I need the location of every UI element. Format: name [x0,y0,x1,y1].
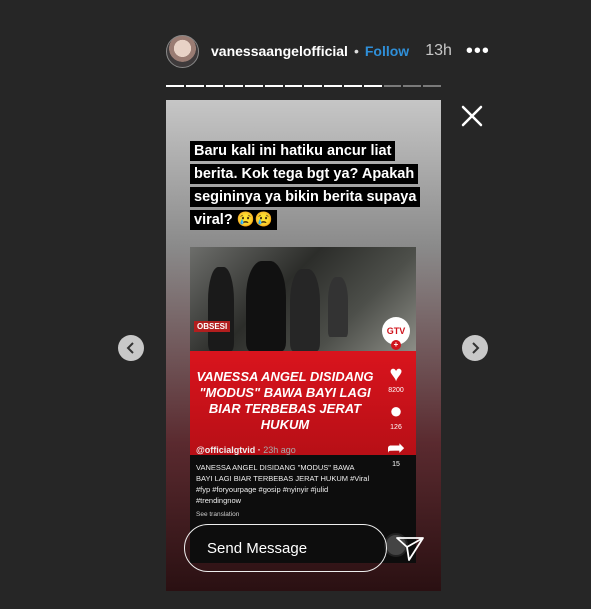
share-count: 15 [392,461,400,468]
progress-segment [185,85,204,87]
comment-icon: ● [389,398,403,423]
follow-button[interactable]: Follow [365,43,409,59]
progress-segment [166,85,184,87]
progress-segment [304,85,323,87]
news-headline: VANESSA ANGEL DISIDANG "MODUS" BAWA BAYI… [196,369,374,432]
progress-segment [264,85,283,87]
channel-badge: GTV + [382,317,410,350]
chevron-right-icon[interactable] [462,335,488,361]
progress-segment [324,85,343,87]
progress-segment [403,85,422,87]
paper-plane-icon[interactable] [395,534,425,562]
progress-segment [225,85,244,87]
video-actions: GTV + ♥ 8200 ● 126 ➦ 15 [380,317,412,468]
progress-segment [284,85,303,87]
chevron-left-icon[interactable] [118,335,144,361]
more-options-icon[interactable]: ••• [466,40,490,63]
progress-segment [383,85,402,87]
caption-text: Baru kali ini hatiku ancur liat berita. … [190,141,421,230]
video-description: VANESSA ANGEL DISIDANG "MODUS" BAWA BAYI… [196,463,370,505]
username[interactable]: vanessaangelofficial [211,43,348,59]
video-posted-time: 23h ago [263,445,296,455]
heart-icon: ♥ [389,361,403,386]
story-frame[interactable]: Baru kali ini hatiku ancur liat berita. … [166,100,441,591]
progress-segment [423,85,441,87]
avatar[interactable] [166,34,199,68]
progress-segment [363,85,382,87]
video-info: @officialgtvid · 23h ago VANESSA ANGEL D… [196,445,372,520]
story-progress-bar [166,85,441,87]
send-message-placeholder: Send Message [207,539,308,557]
video-handle: @officialgtvid · 23h ago [196,445,296,455]
send-message-input[interactable]: Send Message [184,524,387,572]
obsesi-watermark: OBSESI [194,321,231,332]
post-time: 13h [425,42,452,59]
comment-count: 126 [390,424,402,431]
progress-segment [205,85,224,87]
progress-segment [245,85,263,87]
separator-dot: • [353,43,359,59]
like-count: 8200 [388,387,404,394]
close-icon[interactable] [460,104,484,128]
share-icon: ➦ [386,435,406,460]
see-translation: See translation [196,511,240,518]
progress-segment [344,85,362,87]
video-screenshot: OBSESI VANESSA ANGEL DISIDANG "MODUS" BA… [190,247,416,563]
story-caption: Baru kali ini hatiku ancur liat berita. … [190,140,422,232]
story-header: vanessaangelofficial • Follow 13h ••• [166,34,490,68]
